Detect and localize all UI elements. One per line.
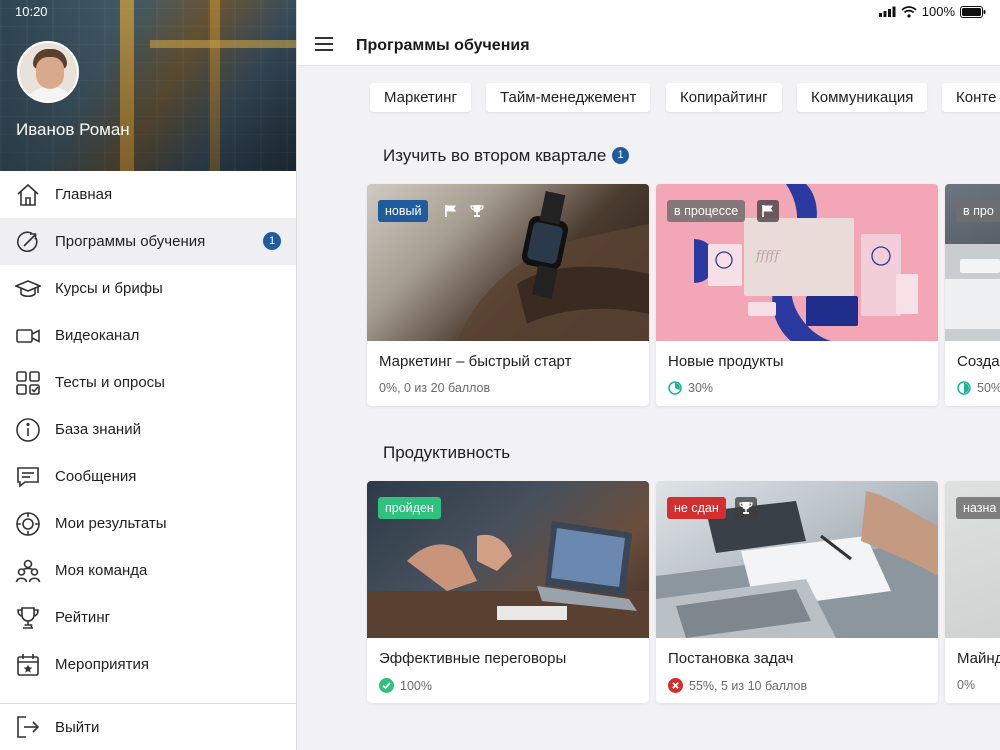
notification-badge: 1 bbox=[263, 232, 281, 250]
course-progress: 55%, 5 из 10 баллов bbox=[668, 678, 807, 693]
programs-icon bbox=[16, 231, 38, 252]
status-tag: в про bbox=[956, 200, 1000, 222]
sidebar-item-video[interactable]: Видеоканал bbox=[0, 312, 296, 359]
sidebar-item-label: Моя команда bbox=[55, 562, 148, 579]
sidebar-item-label: Программы обучения bbox=[55, 233, 206, 250]
sidebar-item-rating[interactable]: Рейтинг bbox=[0, 594, 296, 641]
home-icon bbox=[17, 183, 39, 206]
sidebar-item-label: Рейтинг bbox=[55, 609, 111, 626]
status-tag: в процессе bbox=[667, 200, 746, 222]
avatar[interactable] bbox=[17, 41, 79, 103]
course-card[interactable]: fffff в процессе Новые продукты 30% bbox=[656, 184, 938, 406]
chip-copywriting[interactable]: Копирайтинг bbox=[666, 83, 782, 112]
sidebar-item-tests[interactable]: Тесты и опросы bbox=[0, 359, 296, 406]
progress-text: 30% bbox=[688, 381, 714, 395]
progress-ring-icon bbox=[957, 381, 971, 395]
course-progress: 100% bbox=[379, 678, 432, 693]
course-card[interactable]: пройден Эффективные переговоры 100% bbox=[367, 481, 649, 703]
svg-text:fffff: fffff bbox=[755, 249, 781, 264]
team-icon bbox=[15, 559, 41, 583]
status-bar: 100% bbox=[878, 4, 986, 19]
trophy-icon bbox=[17, 607, 39, 629]
course-progress: 0% bbox=[957, 678, 975, 692]
category-chips: Маркетинг Тайм-менеджемент Копирайтинг К… bbox=[370, 83, 1000, 113]
chip-content[interactable]: Конте bbox=[942, 83, 1000, 112]
check-circle-icon bbox=[379, 678, 394, 693]
section-title: Изучить во втором квартале bbox=[383, 146, 607, 165]
progress-text: 50% bbox=[977, 381, 1000, 395]
progress-text: 55%, 5 из 10 баллов bbox=[689, 678, 808, 693]
course-title: Новые продукты bbox=[668, 353, 784, 370]
status-time: 10:20 bbox=[15, 4, 48, 19]
sidebar-item-results[interactable]: Мои результаты bbox=[0, 500, 296, 547]
course-progress: 30% bbox=[668, 381, 713, 395]
graduation-cap-icon bbox=[15, 280, 41, 298]
menu-toggle-button[interactable] bbox=[315, 37, 333, 51]
message-icon bbox=[17, 467, 39, 488]
main-content: 100% Программы обучения Маркетинг Тайм-м… bbox=[297, 0, 1000, 750]
sidebar-item-label: Курсы и брифы bbox=[55, 280, 163, 297]
tests-icon bbox=[16, 371, 40, 395]
flag-icon bbox=[757, 200, 779, 222]
top-bar: 100% Программы обучения bbox=[297, 0, 1000, 66]
section-badge: 1 bbox=[612, 147, 629, 164]
logout-button[interactable]: Выйти bbox=[0, 704, 296, 750]
sidebar-item-label: Видеоканал bbox=[55, 327, 140, 344]
course-card[interactable]: не сдан Постановка задач 55%, 5 из 10 ба… bbox=[656, 481, 938, 703]
progress-text: 0%, 0 из 20 баллов bbox=[379, 381, 491, 395]
chip-marketing[interactable]: Маркетинг bbox=[370, 83, 471, 112]
flag-icon bbox=[440, 200, 462, 222]
sidebar-item-knowledge-base[interactable]: База знаний bbox=[0, 406, 296, 453]
signal-icon bbox=[878, 6, 896, 17]
status-tag: новый bbox=[378, 200, 429, 222]
course-title: Майнд bbox=[957, 650, 1000, 667]
sidebar-item-courses[interactable]: Курсы и брифы bbox=[0, 265, 296, 312]
progress-ring-icon bbox=[668, 381, 682, 395]
status-tag: пройден bbox=[378, 497, 441, 519]
user-name[interactable]: Иванов Роман bbox=[16, 120, 130, 140]
progress-text: 100% bbox=[400, 678, 432, 693]
chip-time-management[interactable]: Тайм-менеджемент bbox=[486, 83, 651, 112]
sidebar-item-home[interactable]: Главная bbox=[0, 171, 296, 218]
sidebar-item-label: Мои результаты bbox=[55, 515, 167, 532]
course-card[interactable]: новый Маркетинг – быстрый старт 0%, 0 из… bbox=[367, 184, 649, 406]
results-icon bbox=[16, 512, 40, 536]
course-card[interactable]: назна Майнд 0% bbox=[945, 481, 1000, 703]
course-title: Созда bbox=[957, 353, 1000, 370]
page-title: Программы обучения bbox=[356, 37, 530, 54]
sidebar-item-messages[interactable]: Сообщения bbox=[0, 453, 296, 500]
progress-text: 0% bbox=[957, 678, 976, 692]
chip-communication[interactable]: Коммуникация bbox=[797, 83, 928, 112]
course-card[interactable]: в про Созда 50% bbox=[945, 184, 1000, 406]
course-progress: 50% bbox=[957, 381, 1000, 395]
sidebar-item-label: Главная bbox=[55, 186, 113, 203]
logout-label: Выйти bbox=[55, 719, 100, 736]
sidebar-item-team[interactable]: Моя команда bbox=[0, 547, 296, 594]
trophy-icon bbox=[735, 497, 757, 519]
sidebar-item-label: Мероприятия bbox=[55, 656, 150, 673]
video-camera-icon bbox=[16, 329, 40, 343]
status-tag: не сдан bbox=[667, 497, 726, 519]
sidebar-item-programs[interactable]: Программы обучения 1 bbox=[0, 218, 296, 265]
sidebar-item-label: База знаний bbox=[55, 421, 141, 438]
status-tag: назна bbox=[956, 497, 1000, 519]
course-title: Маркетинг – быстрый старт bbox=[379, 353, 572, 370]
logout-icon bbox=[17, 716, 40, 738]
profile-header: 10:20 Иванов Роман bbox=[0, 0, 296, 171]
course-title: Постановка задач bbox=[668, 650, 794, 667]
section-title: Продуктивность bbox=[383, 443, 511, 462]
course-progress: 0%, 0 из 20 баллов bbox=[379, 381, 490, 395]
sidebar: 10:20 Иванов Роман Главная Программы обу… bbox=[0, 0, 297, 750]
course-title: Эффективные переговоры bbox=[379, 650, 567, 667]
trophy-icon bbox=[466, 200, 488, 222]
failed-circle-icon bbox=[668, 678, 683, 693]
info-icon bbox=[16, 418, 40, 442]
wifi-icon bbox=[901, 5, 917, 18]
battery-percent: 100% bbox=[921, 4, 955, 19]
battery-icon bbox=[960, 5, 986, 18]
calendar-star-icon bbox=[17, 654, 39, 676]
sidebar-item-events[interactable]: Мероприятия bbox=[0, 641, 296, 688]
sidebar-item-label: Сообщения bbox=[55, 468, 137, 485]
sidebar-item-label: Тесты и опросы bbox=[55, 374, 165, 391]
